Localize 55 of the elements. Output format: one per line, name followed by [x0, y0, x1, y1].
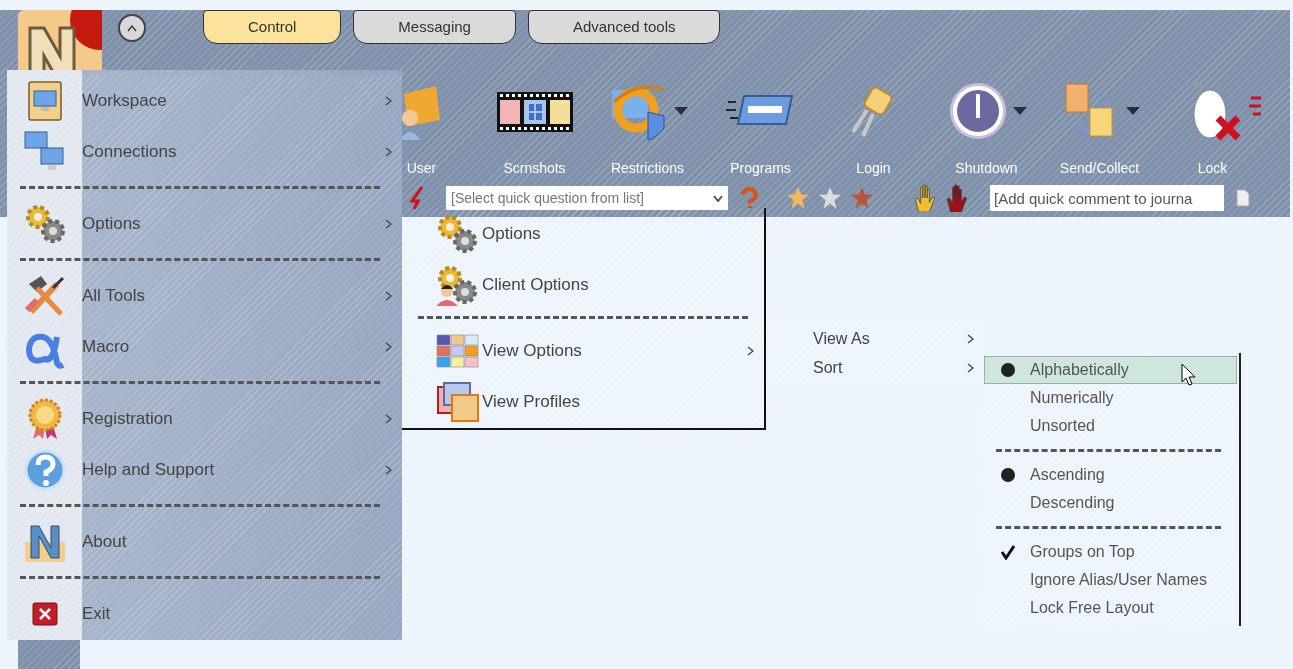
- toolbar-label[interactable]: Login: [856, 158, 891, 179]
- menu-item[interactable]: Help and Support: [7, 444, 402, 495]
- caret-down-icon[interactable]: [1125, 107, 1140, 115]
- lightning-icon[interactable]: [410, 187, 424, 209]
- mouse-cursor-icon: [1181, 363, 1197, 387]
- menu-item[interactable]: Descending: [984, 489, 1237, 517]
- menu-item[interactable]: View As: [766, 324, 980, 353]
- ribbon-tab[interactable]: Advanced tools: [527, 10, 721, 44]
- toolbar-label[interactable]: Shutdown: [955, 158, 1018, 179]
- toolbar-label[interactable]: User: [406, 158, 437, 179]
- toolbar-label[interactable]: Scrnshots: [503, 158, 566, 179]
- quick-question-dropdown[interactable]: [Select quick question from list]: [446, 186, 728, 210]
- person-gears-icon: [434, 263, 480, 306]
- windows-icon: [436, 380, 480, 423]
- menu-item[interactable]: Unsorted: [984, 412, 1237, 440]
- menu-item[interactable]: Connections: [7, 126, 402, 177]
- ribbon-tab[interactable]: Control: [203, 10, 342, 44]
- hammer-screwdriver-icon: [22, 273, 67, 318]
- menu-item[interactable]: Lock Free Layout: [984, 594, 1237, 622]
- menu-item[interactable]: Workspace: [7, 75, 402, 126]
- menu-item[interactable]: Exit: [7, 588, 402, 639]
- menu-item[interactable]: Options: [7, 198, 402, 249]
- hand-icon[interactable]: [944, 184, 970, 212]
- menu-item[interactable]: Options: [402, 208, 764, 259]
- menu-item[interactable]: Client Options: [402, 259, 764, 310]
- caret-up-icon: [127, 24, 137, 32]
- chevron-down-icon: [713, 194, 723, 202]
- ribbon-tab[interactable]: Messaging: [353, 10, 516, 44]
- menu-item[interactable]: View Options: [402, 325, 764, 376]
- toolbar-label[interactable]: Programs: [730, 158, 791, 179]
- app-logo[interactable]: [18, 10, 102, 72]
- close-icon: [31, 601, 58, 626]
- toolbar-label[interactable]: Restrictions: [610, 158, 685, 179]
- hand-icon[interactable]: [912, 184, 938, 212]
- menu-item[interactable]: Ignore Alias/User Names: [984, 566, 1237, 594]
- caret-down-icon[interactable]: [673, 107, 688, 115]
- menu-item[interactable]: About: [7, 516, 402, 567]
- side-panel: [18, 640, 80, 669]
- menu-item[interactable]: Alphabetically: [984, 356, 1237, 384]
- menu-item[interactable]: Ascending: [984, 461, 1237, 489]
- menu-item[interactable]: Sort: [766, 353, 980, 382]
- menu-item[interactable]: Macro: [7, 321, 402, 372]
- color-grid-icon: [436, 333, 480, 368]
- quick-comment-field[interactable]: [Add quick comment to journa: [990, 185, 1224, 211]
- collapse-ribbon-button[interactable]: [118, 14, 146, 42]
- menu-item[interactable]: All Tools: [7, 270, 402, 321]
- menu-item[interactable]: View Profiles: [402, 376, 764, 427]
- document-icon[interactable]: [1236, 189, 1250, 207]
- toolbar-label[interactable]: Send/Collect: [1059, 158, 1140, 179]
- help-icon: [22, 447, 67, 492]
- menu-item[interactable]: Registration: [7, 393, 402, 444]
- toolbar-label[interactable]: Lock: [1197, 158, 1228, 179]
- menu-item[interactable]: Groups on Top: [984, 538, 1237, 566]
- caret-down-icon[interactable]: [1012, 107, 1027, 115]
- menu-item[interactable]: Numerically: [984, 384, 1237, 412]
